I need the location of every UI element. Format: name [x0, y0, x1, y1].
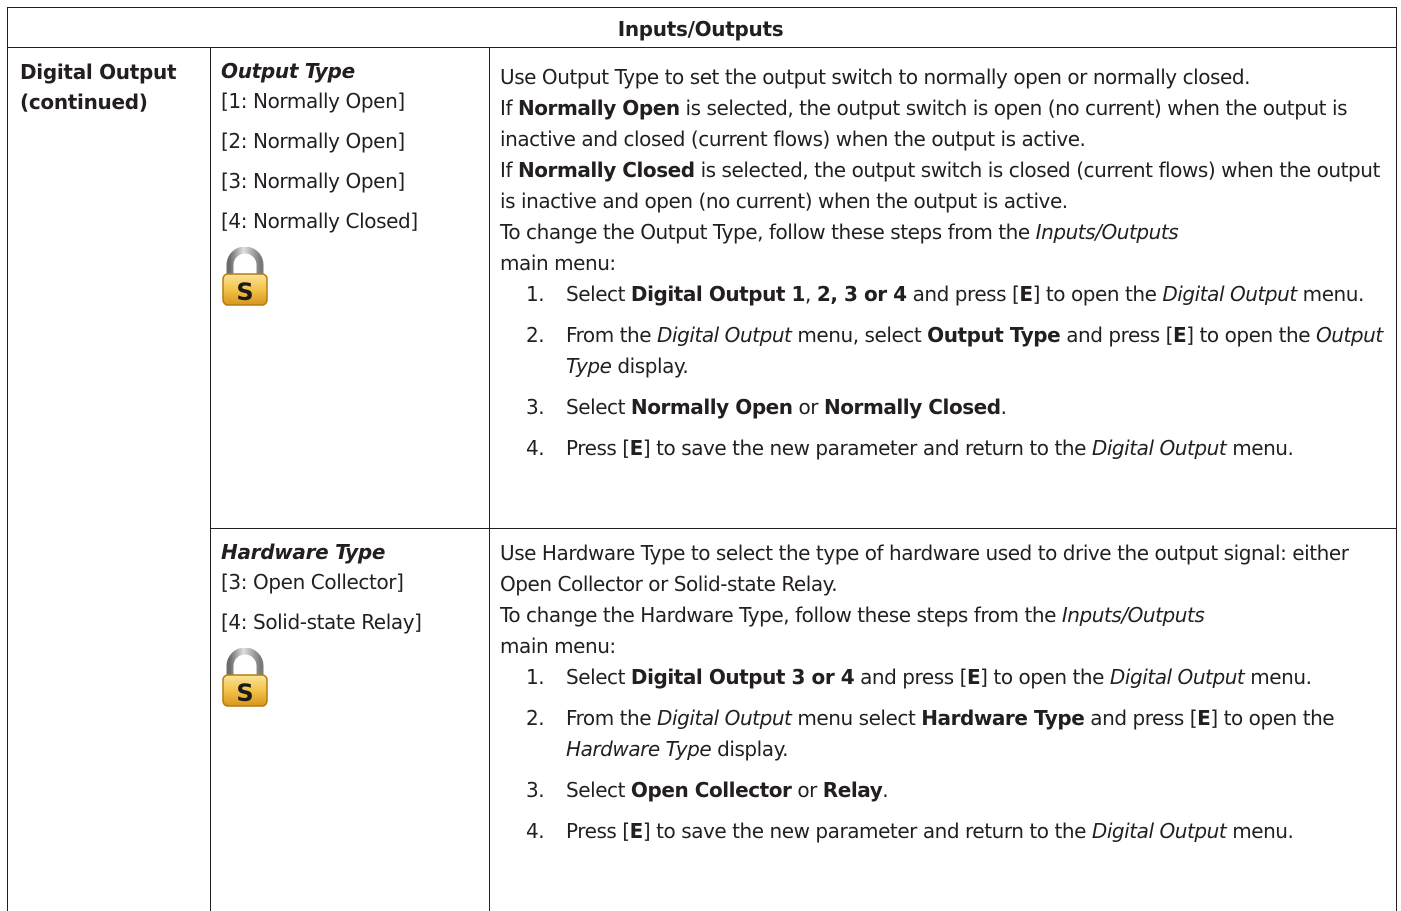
table-header: Inputs/Outputs [617, 17, 784, 41]
table-right-border [1396, 7, 1397, 911]
list-item: 4. Press [E] to save the new parameter a… [526, 819, 1294, 843]
desc-paragraph: Use Hardware Type to select the type of … [500, 541, 1349, 596]
steps-list: 1. Select Digital Output 1, 2, 3 or 4 an… [526, 279, 1390, 464]
param-option: [1: Normally Open] [221, 89, 405, 113]
security-lock-s-icon: S [222, 647, 268, 707]
param-option: [3: Open Collector] [221, 570, 404, 594]
description-output-type: Use Output Type to set the output switch… [500, 62, 1390, 464]
table-top-border [7, 7, 1397, 8]
section-label-line1: Digital Output [20, 60, 177, 84]
list-item: 1. Select Digital Output 1, 2, 3 or 4 an… [526, 282, 1364, 306]
list-item: 2. From the Digital Output menu, select … [526, 323, 1383, 378]
param-hardware-type: Hardware Type [3: Open Collector] [4: So… [221, 538, 491, 712]
list-item: 1. Select Digital Output 3 or 4 and pres… [526, 665, 1312, 689]
desc-paragraph: Use Output Type to set the output switch… [500, 65, 1251, 89]
table-left-border [7, 7, 8, 911]
svg-text:S: S [236, 278, 253, 306]
list-item: 2. From the Digital Output menu select H… [526, 706, 1335, 761]
param-output-type: Output Type [1: Normally Open] [2: Norma… [221, 57, 491, 311]
section-column-divider [210, 47, 211, 911]
desc-paragraph: If Normally Closed is selected, the outp… [500, 158, 1380, 213]
description-hardware-type: Use Hardware Type to select the type of … [500, 538, 1390, 847]
section-label-line2: (continued) [20, 90, 148, 114]
security-lock-s-icon: S [222, 246, 268, 306]
param-name: Output Type [221, 59, 355, 83]
row-divider [210, 528, 1397, 529]
desc-paragraph: To change the Output Type, follow these … [500, 220, 1179, 275]
list-item: 4. Press [E] to save the new parameter a… [526, 436, 1294, 460]
io-parameter-table: Inputs/Outputs Digital Output (continued… [0, 0, 1401, 911]
section-label: Digital Output (continued) [20, 57, 210, 117]
desc-paragraph: If Normally Open is selected, the output… [500, 96, 1348, 151]
param-option: [3: Normally Open] [221, 169, 405, 193]
svg-text:S: S [236, 679, 253, 707]
param-option: [2: Normally Open] [221, 129, 405, 153]
param-name: Hardware Type [221, 540, 386, 564]
list-item: 3. Select Normally Open or Normally Clos… [526, 395, 1007, 419]
list-item: 3. Select Open Collector or Relay. [526, 778, 889, 802]
param-option: [4: Normally Closed] [221, 209, 418, 233]
param-option: [4: Solid-state Relay] [221, 610, 422, 634]
steps-list: 1. Select Digital Output 3 or 4 and pres… [526, 662, 1390, 847]
header-bottom-border [7, 47, 1397, 48]
desc-paragraph: To change the Hardware Type, follow thes… [500, 603, 1205, 658]
